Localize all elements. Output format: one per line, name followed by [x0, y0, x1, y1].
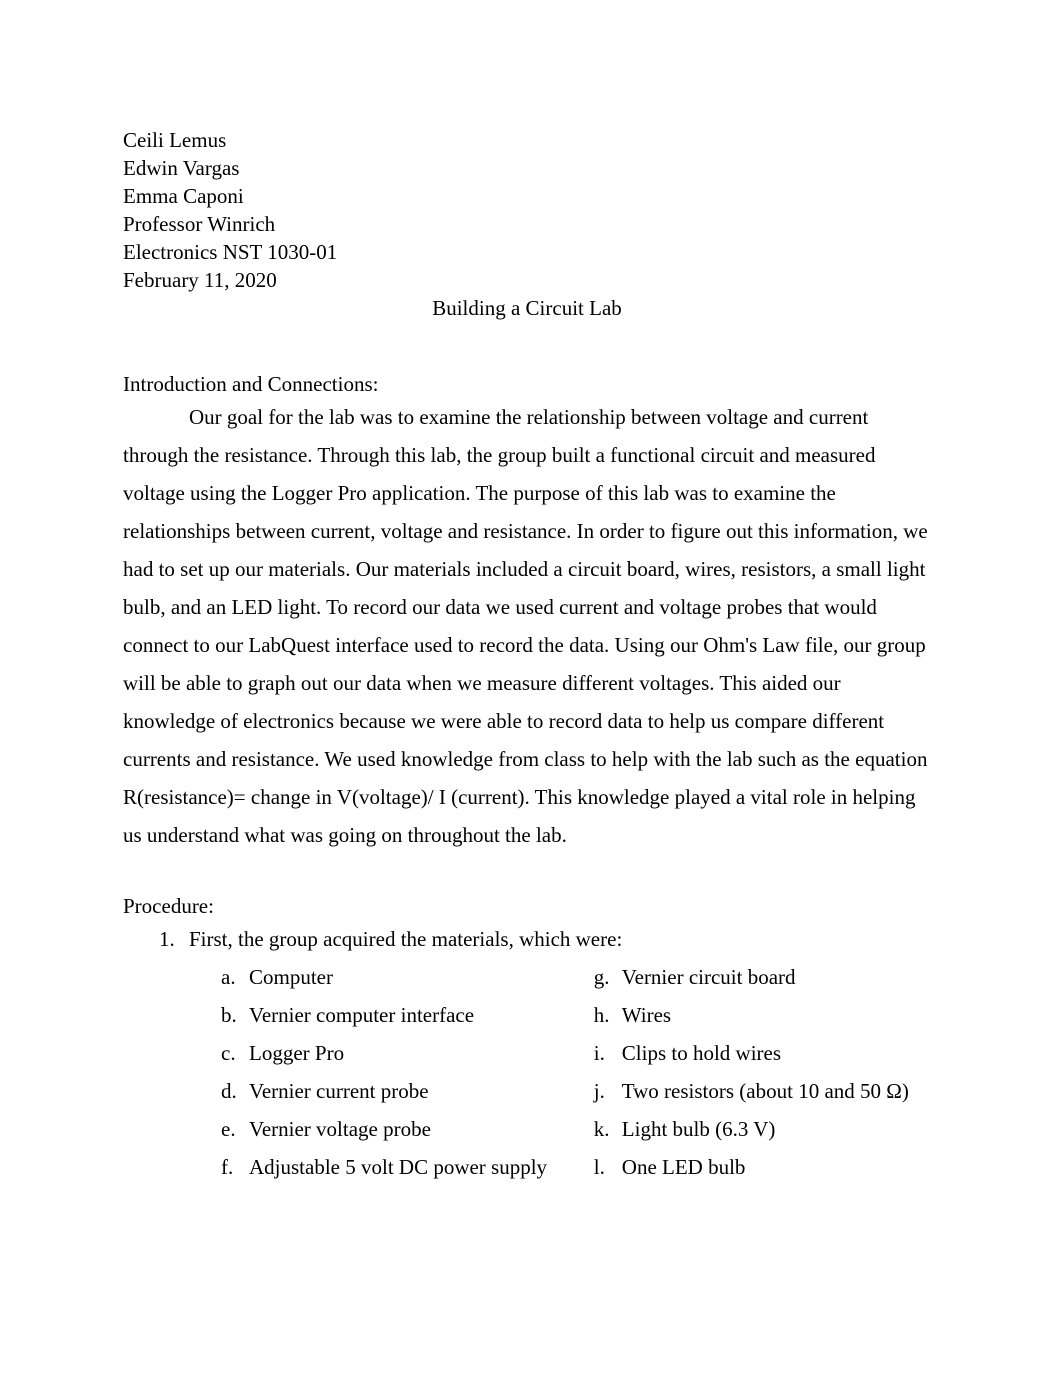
procedure-step-item: 1. First, the group acquired the materia…: [123, 920, 935, 958]
material-marker-g: g.: [593, 965, 610, 989]
material-marker-f: f.: [221, 1155, 234, 1179]
section-heading-introduction: Introduction and Connections:: [123, 372, 379, 396]
material-marker-e: e.: [221, 1117, 236, 1141]
material-text-l: One LED bulb: [621, 1155, 746, 1179]
procedure-step-text: First, the group acquired the materials,…: [189, 927, 623, 951]
material-item-j: j. Two resistors (about 10 and 50 Ω): [594, 1072, 935, 1110]
spacer-before-procedure: [123, 854, 935, 892]
material-item-d: d. Vernier current probe: [221, 1072, 594, 1110]
material-item-i: i. Clips to hold wires: [594, 1034, 935, 1072]
heading-line-professor: Professor Winrich: [123, 212, 276, 236]
material-text-f: Adjustable 5 volt DC power supply: [249, 1155, 548, 1179]
material-item-l: l. One LED bulb: [594, 1148, 935, 1186]
material-text-g: Vernier circuit board: [621, 965, 796, 989]
document-page: Ceili Lemus Edwin Vargas Emma Caponi Pro…: [0, 0, 1062, 1377]
material-marker-l: l.: [593, 1155, 605, 1179]
material-item-f: f. Adjustable 5 volt DC power supply: [221, 1148, 594, 1186]
heading-line-date: February 11, 2020: [123, 268, 277, 292]
materials-column-left: a. Computer b. Vernier computer interfac…: [123, 958, 594, 1186]
material-marker-j: j.: [593, 1079, 605, 1103]
material-item-g: g. Vernier circuit board: [594, 958, 935, 996]
introduction-paragraph: Our goal for the lab was to examine the …: [123, 405, 928, 847]
material-item-a: a. Computer: [221, 958, 594, 996]
procedure-step-list: 1. First, the group acquired the materia…: [123, 920, 935, 958]
material-text-c: Logger Pro: [249, 1041, 345, 1065]
procedure-step-marker: 1.: [159, 927, 175, 951]
material-text-a: Computer: [249, 965, 333, 989]
material-marker-a: a.: [221, 965, 236, 989]
material-marker-b: b.: [221, 1003, 237, 1027]
heading-line-author-1: Ceili Lemus: [123, 128, 227, 152]
material-marker-k: k.: [593, 1117, 610, 1141]
material-text-e: Vernier voltage probe: [249, 1117, 431, 1141]
materials-column-right: g. Vernier circuit board h. Wires i. Cli…: [594, 958, 935, 1186]
author-heading-block: Ceili Lemus Edwin Vargas Emma Caponi Pro…: [123, 126, 935, 294]
material-text-k: Light bulb (6.3 V): [621, 1117, 776, 1141]
material-text-b: Vernier computer interface: [249, 1003, 475, 1027]
material-marker-i: i.: [593, 1041, 605, 1065]
material-text-d: Vernier current probe: [249, 1079, 429, 1103]
material-text-h: Wires: [621, 1003, 672, 1027]
heading-line-author-2: Edwin Vargas: [123, 156, 240, 180]
material-text-i: Clips to hold wires: [621, 1041, 782, 1065]
materials-columns: a. Computer b. Vernier computer interfac…: [123, 958, 935, 1186]
material-item-h: h. Wires: [594, 996, 935, 1034]
heading-line-author-3: Emma Caponi: [123, 184, 244, 208]
page-title: Building a Circuit Lab: [432, 296, 622, 320]
material-item-k: k. Light bulb (6.3 V): [594, 1110, 935, 1148]
material-text-j: Two resistors (about 10 and 50 Ω): [621, 1079, 909, 1103]
material-marker-d: d.: [221, 1079, 237, 1103]
heading-line-course: Electronics NST 1030-01: [123, 240, 338, 264]
material-item-c: c. Logger Pro: [221, 1034, 594, 1072]
material-marker-h: h.: [593, 1003, 610, 1027]
material-marker-c: c.: [221, 1041, 236, 1065]
section-heading-procedure: Procedure:: [123, 894, 214, 918]
spacer-after-title: [123, 322, 935, 370]
material-item-b: b. Vernier computer interface: [221, 996, 594, 1034]
material-item-e: e. Vernier voltage probe: [221, 1110, 594, 1148]
